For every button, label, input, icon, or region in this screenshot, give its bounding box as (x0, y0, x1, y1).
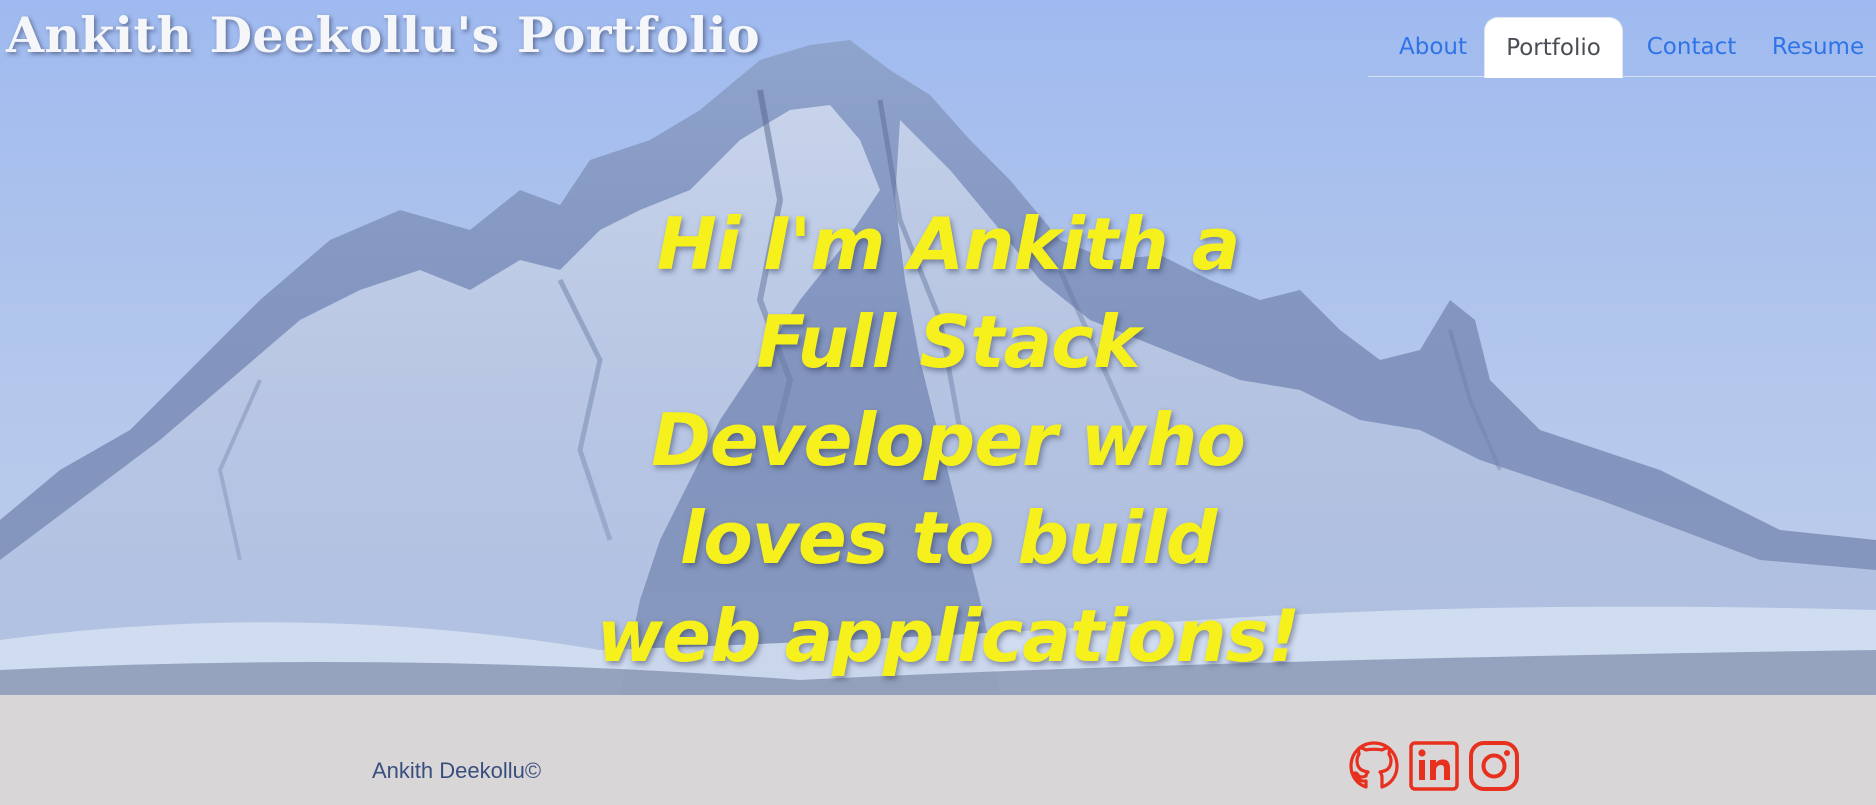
copyright-text: Ankith Deekollu© (372, 758, 542, 783)
nav-resume-link[interactable]: Resume (1760, 17, 1876, 78)
hero-headline: Hi I'm Ankith a Full Stack Developer who… (560, 195, 1336, 685)
linkedin-icon[interactable] (1406, 738, 1462, 794)
github-icon[interactable] (1346, 738, 1402, 794)
main-nav: About Portfolio Contact Resume (1368, 17, 1876, 78)
site-title: Ankith Deekollu's Portfolio (6, 6, 760, 64)
headline-line: Developer who (651, 398, 1246, 482)
headline-line: Full Stack (756, 300, 1140, 384)
footer: Ankith Deekollu© (0, 695, 1876, 805)
headline-line: loves to build (679, 496, 1217, 580)
nav-about-link[interactable]: About (1374, 17, 1492, 78)
headline-line: Hi I'm Ankith a (656, 202, 1241, 286)
instagram-icon[interactable] (1466, 738, 1522, 794)
nav-portfolio-tab[interactable]: Portfolio (1484, 17, 1623, 78)
headline-line: web applications! (596, 594, 1301, 678)
nav-contact-link[interactable]: Contact (1625, 17, 1758, 78)
hero-section: Ankith Deekollu's Portfolio About Portfo… (0, 0, 1876, 695)
